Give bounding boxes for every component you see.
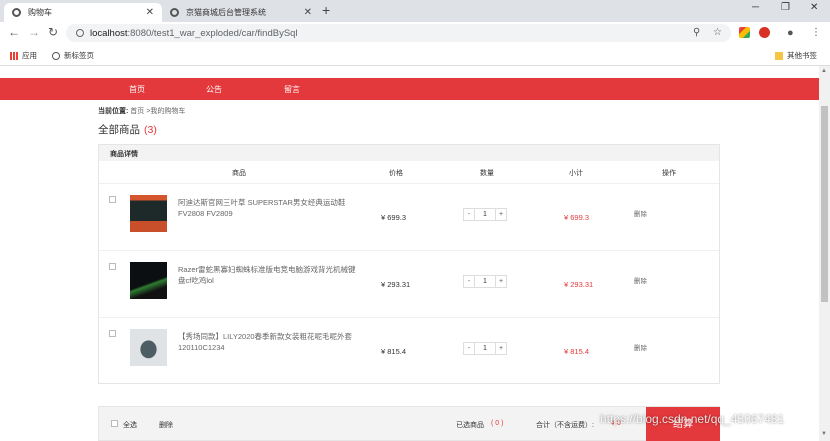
- product-subtotal: ¥ 699.3: [564, 213, 590, 222]
- selected-label: 已选商品: [456, 422, 484, 429]
- breadcrumb: 当前位置: 首页 >我的购物车: [98, 106, 185, 116]
- product-image[interactable]: [130, 195, 167, 232]
- scroll-down-icon[interactable]: ▼: [821, 431, 827, 437]
- delete-link[interactable]: 删除: [634, 342, 647, 352]
- maximize-icon[interactable]: ❐: [781, 2, 790, 13]
- scroll-up-icon[interactable]: ▲: [821, 68, 827, 74]
- tab-admin[interactable]: 京猫商城后台管理系统 ✕: [162, 3, 320, 22]
- tab-strip: 购物车 ✕ 京猫商城后台管理系统 ✕ + ─ ❐ ✕: [0, 0, 830, 22]
- product-subtotal: ¥ 293.31: [564, 280, 594, 289]
- table-row: Razer雷蛇黑寡妇蜘蛛标准版电竞电脑游戏背光机械键盘cf吃鸡lol ¥ 293…: [99, 250, 719, 317]
- breadcrumb-path[interactable]: 首页 >我的购物车: [130, 108, 185, 115]
- browser-toolbar: ← → ↻ localhost :8080/test1_war_exploded…: [0, 22, 830, 44]
- cart-heading: 全部商品: [98, 124, 140, 136]
- bookmark-label: 新标签页: [64, 51, 94, 60]
- extension-icon[interactable]: [739, 27, 750, 38]
- bookmark-newtab[interactable]: 新标签页: [52, 50, 94, 61]
- reload-icon[interactable]: ↻: [48, 25, 58, 39]
- qty-input[interactable]: 1: [475, 342, 495, 355]
- col-product: 商品: [232, 170, 246, 177]
- quantity-stepper: - 1 +: [463, 342, 507, 355]
- url-host: localhost: [90, 27, 128, 39]
- cart-count: (3): [144, 124, 157, 136]
- tab-title: 购物车: [28, 8, 52, 17]
- select-all-checkbox[interactable]: [111, 420, 118, 427]
- bookmark-label: 其他书签: [787, 51, 817, 60]
- product-image[interactable]: [130, 262, 167, 299]
- minimize-icon[interactable]: ─: [752, 2, 759, 13]
- apps-icon: [10, 51, 18, 60]
- tab-cart[interactable]: 购物车 ✕: [4, 3, 162, 22]
- col-subtotal: 小计: [569, 170, 583, 177]
- address-bar[interactable]: localhost :8080/test1_war_exploded/car/f…: [66, 24, 731, 42]
- bookmark-other[interactable]: 其他书签: [775, 50, 817, 61]
- qty-plus-button[interactable]: +: [495, 275, 507, 288]
- selected-count: ( 0 ): [491, 420, 504, 427]
- product-name[interactable]: 阿迪达斯官网三叶草 SUPERSTAR男女经典运动鞋FV2808 FV2809: [178, 197, 358, 219]
- item-checkbox[interactable]: [109, 196, 116, 203]
- nav-notice[interactable]: 公告: [206, 84, 222, 95]
- close-tab-icon[interactable]: ✕: [304, 7, 312, 18]
- product-subtotal: ¥ 815.4: [564, 347, 590, 356]
- item-checkbox[interactable]: [109, 263, 116, 270]
- delete-link[interactable]: 删除: [634, 208, 647, 218]
- globe-icon: [12, 8, 21, 17]
- new-tab-icon[interactable]: +: [322, 2, 330, 18]
- product-price: ¥ 293.31: [381, 280, 411, 289]
- url-path: :8080/test1_war_exploded/car/findBySql: [127, 27, 298, 39]
- cart-table: 商品详情 商品 价格 数量 小计 操作 阿迪达斯官网三叶草 SUPERSTAR男…: [98, 144, 720, 384]
- cart-section-title: 商品详情: [99, 145, 719, 161]
- breadcrumb-label: 当前位置:: [98, 108, 129, 115]
- profile-icon[interactable]: ●: [787, 27, 794, 39]
- qty-input[interactable]: 1: [475, 208, 495, 221]
- bookmark-apps[interactable]: 应用: [10, 50, 37, 61]
- batch-delete-link[interactable]: 删除: [159, 420, 173, 430]
- qty-minus-button[interactable]: -: [463, 275, 475, 288]
- col-price: 价格: [389, 170, 403, 177]
- adblock-icon[interactable]: [759, 27, 770, 38]
- globe-icon: [52, 51, 60, 60]
- scroll-thumb[interactable]: [821, 106, 828, 302]
- globe-icon: [170, 8, 179, 17]
- bookmarks-bar: 应用 新标签页 其他书签: [0, 44, 830, 66]
- product-price: ¥ 815.4: [381, 347, 407, 356]
- menu-icon[interactable]: ⋮: [811, 27, 821, 38]
- product-image[interactable]: [130, 329, 167, 366]
- bookmark-label: 应用: [22, 51, 37, 60]
- close-window-icon[interactable]: ✕: [810, 2, 818, 13]
- qty-plus-button[interactable]: +: [495, 208, 507, 221]
- quantity-stepper: - 1 +: [463, 208, 507, 221]
- tab-title: 京猫商城后台管理系统: [186, 8, 266, 17]
- table-row: 阿迪达斯官网三叶草 SUPERSTAR男女经典运动鞋FV2808 FV2809 …: [99, 183, 719, 250]
- table-row: 【秀场同款】LILY2020春季新款女装粗花呢毛呢外套120110C1234 ¥…: [99, 317, 719, 384]
- total-label: 合计（不含运费）:: [536, 422, 594, 429]
- select-all-label[interactable]: 全选: [123, 420, 137, 430]
- product-name[interactable]: Razer雷蛇黑寡妇蜘蛛标准版电竞电脑游戏背光机械键盘cf吃鸡lol: [178, 264, 358, 286]
- info-icon[interactable]: [76, 29, 84, 37]
- watermark: https://blog.csdn.net/qq_45067481: [600, 412, 785, 426]
- col-qty: 数量: [480, 170, 494, 177]
- folder-icon: [775, 51, 783, 60]
- page-title: 全部商品 (3): [98, 122, 157, 137]
- back-icon[interactable]: ←: [8, 25, 20, 39]
- quantity-stepper: - 1 +: [463, 275, 507, 288]
- zoom-icon[interactable]: ⚲: [693, 27, 700, 38]
- main-nav: 首页 公告 留言: [0, 78, 819, 100]
- bookmark-star-icon[interactable]: ☆: [713, 27, 722, 38]
- qty-input[interactable]: 1: [475, 275, 495, 288]
- product-name[interactable]: 【秀场同款】LILY2020春季新款女装粗花呢毛呢外套120110C1234: [178, 331, 358, 353]
- qty-minus-button[interactable]: -: [463, 208, 475, 221]
- product-price: ¥ 699.3: [381, 213, 407, 222]
- delete-link[interactable]: 删除: [634, 275, 647, 285]
- nav-home[interactable]: 首页: [129, 84, 145, 95]
- qty-minus-button[interactable]: -: [463, 342, 475, 355]
- page-viewport: 首页 公告 留言 当前位置: 首页 >我的购物车 全部商品 (3) 商品详情 商品…: [0, 66, 819, 441]
- col-action: 操作: [662, 170, 676, 177]
- nav-message[interactable]: 留言: [284, 84, 300, 95]
- forward-icon[interactable]: →: [28, 25, 40, 39]
- close-tab-icon[interactable]: ✕: [146, 7, 154, 18]
- page-scrollbar[interactable]: ▲ ▼: [819, 66, 830, 441]
- qty-plus-button[interactable]: +: [495, 342, 507, 355]
- item-checkbox[interactable]: [109, 330, 116, 337]
